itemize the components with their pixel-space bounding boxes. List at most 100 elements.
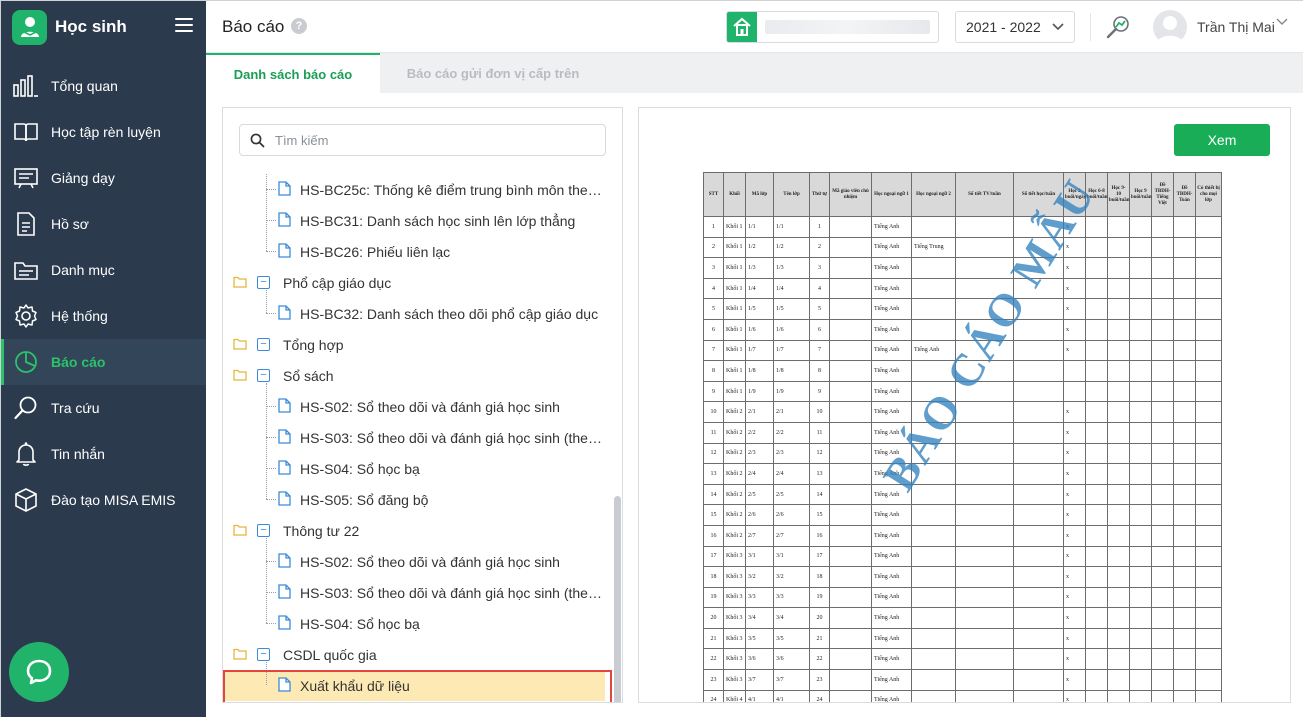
sidebar-item-box[interactable]: Đào tạo MISA EMIS	[1, 477, 206, 523]
report-preview-panel: Xem STT Khối Mã lớp Tên lớp Thứ tự Mã giáo vi…	[638, 107, 1291, 703]
user-avatar[interactable]	[1153, 10, 1187, 44]
table-cell: x	[1063, 277, 1086, 300]
collapse-toggle-icon[interactable]: −	[257, 338, 270, 351]
tree-search-input[interactable]	[275, 132, 575, 148]
table-cell: 9	[809, 380, 830, 403]
school-icon	[727, 12, 757, 42]
table-row: 14 Khối 2 2/5 2/5 14 Tiếng Anh x	[703, 483, 1222, 506]
tree-item[interactable]: HS-S02: Sổ theo dõi và đánh giá học sinh	[223, 391, 605, 422]
tree-folder-label: CSDL quốc gia	[283, 646, 377, 663]
tree-item[interactable]: HS-S04: Sổ học bạ	[223, 453, 605, 484]
sidebar-nav: Tổng quan Học tập rèn luyện Giảng dạy Hồ sơ…	[1, 63, 206, 523]
tree-search-box[interactable]	[239, 124, 606, 156]
table-cell	[1129, 339, 1152, 362]
sidebar-item-folder[interactable]: Danh mục	[1, 247, 206, 293]
tab-report-list[interactable]: Danh sách báo cáo	[206, 53, 380, 93]
tree-item[interactable]: HS-S02: Sổ theo dõi và đánh giá học sinh	[223, 546, 605, 577]
table-cell	[1085, 627, 1108, 650]
collapse-toggle-icon[interactable]: −	[257, 648, 270, 661]
table-cell	[1195, 545, 1222, 568]
collapse-toggle-icon[interactable]: −	[257, 524, 270, 537]
sidebar-item-bar-chart[interactable]: Tổng quan	[1, 63, 206, 109]
user-menu-chevron-icon[interactable]	[1276, 18, 1288, 26]
sidebar-item-gear[interactable]: Hệ thống	[1, 293, 206, 339]
table-cell	[1151, 648, 1174, 671]
tree-folder[interactable]: − CSDL quốc gia	[233, 639, 377, 670]
tree-item[interactable]: HS-BC31: Danh sách học sinh lên lớp thẳn…	[223, 205, 605, 236]
tab-reports-sent-to-superior[interactable]: Báo cáo gửi đơn vị cấp trên	[380, 53, 606, 93]
table-cell	[1063, 380, 1086, 403]
report-tabs: Danh sách báo cáo Báo cáo gửi đơn vị cấp…	[206, 53, 1303, 93]
tree-item[interactable]: HS-S04: Sổ học bạ	[223, 608, 605, 639]
table-cell	[1085, 483, 1108, 506]
sidebar-item-pie-chart[interactable]: Báo cáo	[1, 339, 206, 385]
table-cell: 2/6	[745, 504, 774, 526]
chat-bubble-button[interactable]	[9, 642, 69, 702]
table-cell	[829, 566, 872, 588]
table-cell	[1173, 607, 1196, 629]
table-cell	[829, 607, 872, 629]
analytics-tool-icon[interactable]	[1104, 13, 1132, 41]
table-cell: x	[1063, 236, 1086, 259]
collapse-toggle-icon[interactable]: −	[257, 369, 270, 382]
sample-column-header: Mã giáo viên chủ nhiệm	[829, 172, 872, 217]
sidebar-item-book-open[interactable]: Học tập rèn luyện	[1, 109, 206, 155]
table-cell: Tiếng Anh	[871, 504, 912, 526]
tree-item[interactable]: HS-BC32: Danh sách theo dõi phổ cập giáo…	[223, 298, 605, 329]
hamburger-menu-icon[interactable]	[175, 16, 193, 34]
school-selector[interactable]	[726, 11, 939, 43]
bar-chart-icon	[13, 73, 39, 99]
sidebar-item-document[interactable]: Hồ sơ	[1, 201, 206, 247]
table-cell	[955, 483, 1014, 506]
tree-folder[interactable]: − Phổ cập giáo dục	[233, 267, 391, 298]
table-cell: Tiếng Anh	[871, 360, 912, 382]
table-cell	[829, 586, 872, 609]
table-cell: 1/2	[745, 236, 774, 259]
table-cell	[1129, 463, 1152, 485]
table-cell	[955, 236, 1014, 259]
table-cell	[1129, 277, 1152, 300]
table-row: 11 Khối 2 2/2 2/2 11 Tiếng Anh x	[703, 421, 1222, 444]
table-cell: 3	[809, 257, 830, 279]
table-cell	[1173, 463, 1196, 485]
tree-item[interactable]: HS-BC25c: Thống kê điểm trung bình môn t…	[223, 174, 605, 205]
table-cell	[911, 689, 956, 702]
sidebar-item-bell[interactable]: Tin nhắn	[1, 431, 206, 477]
view-button[interactable]: Xem	[1174, 124, 1270, 156]
tree-folder[interactable]: − Sổ sách	[233, 360, 334, 391]
sidebar-item-search[interactable]: Tra cứu	[1, 385, 206, 431]
table-row: 12 Khối 2 2/3 2/3 12 Tiếng Anh x	[703, 442, 1222, 465]
table-cell: 3/5	[745, 627, 774, 650]
table-cell: 5	[809, 298, 830, 320]
sample-column-header: Tên lớp	[773, 172, 810, 217]
tree-item-label: HS-S03: Sổ theo dõi và đánh giá học sinh…	[300, 584, 605, 601]
table-cell	[829, 442, 872, 465]
user-name[interactable]: Trần Thị Mai	[1197, 19, 1275, 35]
file-icon	[278, 304, 291, 323]
table-cell	[1129, 401, 1152, 423]
sample-column-header: Học 9-10 buổi/tuần	[1107, 172, 1130, 217]
table-row: 9 Khối 1 1/9 1/9 9 Tiếng Anh	[703, 380, 1222, 403]
tree-item[interactable]: HS-S05: Sổ đăng bộ	[223, 484, 605, 515]
table-cell	[829, 648, 872, 671]
help-icon[interactable]: ?	[291, 18, 307, 34]
tree-scrollbar[interactable]	[614, 496, 621, 702]
table-cell: 3	[703, 257, 724, 279]
table-cell: 11	[809, 421, 830, 444]
table-cell: 3/2	[745, 566, 774, 588]
tree-item[interactable]: HS-S03: Sổ theo dõi và đánh giá học sinh…	[223, 422, 605, 453]
table-cell	[1129, 216, 1152, 238]
collapse-toggle-icon[interactable]: −	[257, 276, 270, 289]
school-year-select[interactable]: 2021 - 2022	[955, 11, 1075, 43]
tree-folder[interactable]: − Tổng hợp	[233, 329, 344, 360]
tree-item[interactable]: HS-BC26: Phiếu liên lạc	[223, 236, 605, 267]
table-cell	[829, 669, 872, 691]
sidebar-item-board[interactable]: Giảng dạy	[1, 155, 206, 201]
table-cell	[1151, 298, 1174, 320]
tree-folder[interactable]: − Thông tư 22	[233, 515, 359, 546]
tree-item[interactable]: HS-S03: Sổ theo dõi và đánh giá học sinh…	[223, 577, 605, 608]
table-cell	[911, 607, 956, 629]
table-cell	[1129, 648, 1152, 671]
table-cell	[1151, 607, 1174, 629]
table-cell	[1173, 298, 1196, 320]
